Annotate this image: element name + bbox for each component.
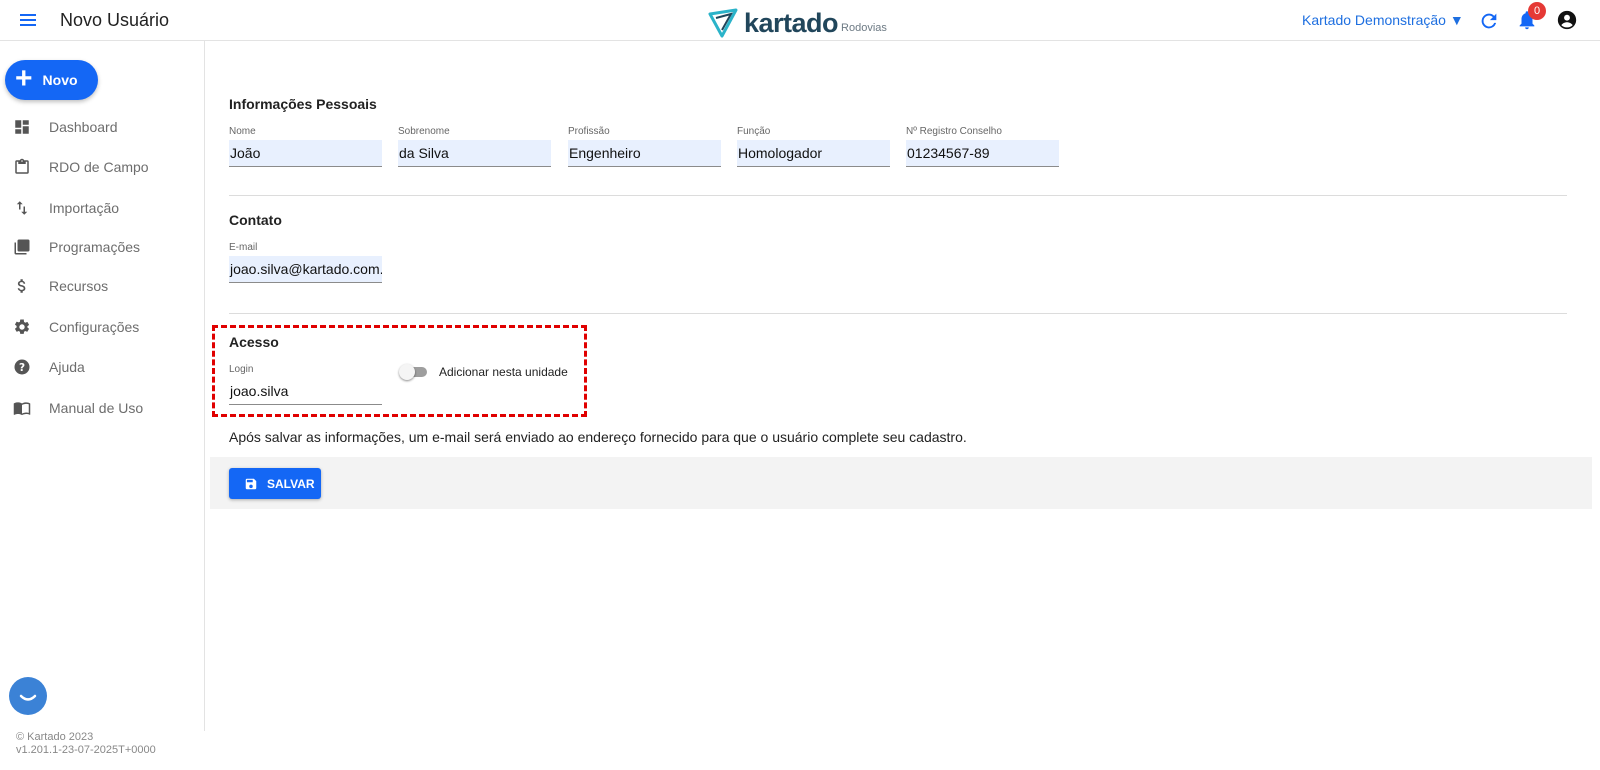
- sidebar-item-label: Configurações: [49, 319, 140, 335]
- sidebar-item-rdo-de-campo[interactable]: RDO de Campo: [0, 149, 204, 185]
- kartado-logo-mark-icon: [708, 8, 738, 38]
- funcao-label: Função: [737, 126, 771, 137]
- dashboard-icon: [12, 117, 32, 137]
- help-icon: ?: [12, 357, 32, 377]
- section-divider: [229, 195, 1567, 196]
- organization-selector[interactable]: Kartado Demonstração ▼: [1302, 12, 1464, 28]
- book-icon: [12, 398, 32, 418]
- sidebar-item-label: RDO de Campo: [49, 159, 149, 175]
- account-circle-icon[interactable]: [1556, 9, 1578, 31]
- sidebar-item-importacao[interactable]: Importação: [0, 190, 204, 226]
- plus-icon: +: [15, 61, 33, 95]
- registro-conselho-field[interactable]: 01234567-89: [906, 140, 1059, 167]
- sidebar-item-recursos[interactable]: Recursos: [0, 268, 204, 304]
- logo-wordmark: kartado: [744, 8, 839, 38]
- email-field[interactable]: joao.silva@kartado.com.b: [229, 256, 382, 283]
- add-to-unit-label: Adicionar nesta unidade: [439, 365, 568, 379]
- refresh-icon[interactable]: [1478, 10, 1500, 32]
- section-personal-info-title: Informações Pessoais: [229, 96, 377, 112]
- clipboard-icon: [12, 157, 32, 177]
- app-footer: © Kartado 2023 v1.201.1-23-07-2025T+0000: [16, 731, 156, 757]
- info-message: Após salvar as informações, um e-mail se…: [229, 429, 967, 445]
- copyright-text: © Kartado 2023: [16, 731, 94, 743]
- nome-field[interactable]: João: [229, 140, 382, 167]
- sidebar-item-dashboard[interactable]: Dashboard: [0, 109, 204, 145]
- sidebar-item-label: Dashboard: [49, 119, 118, 135]
- sidebar-item-ajuda[interactable]: ? Ajuda: [0, 349, 204, 385]
- sidebar-item-configuracoes[interactable]: Configurações: [0, 309, 204, 345]
- profissao-label: Profissão: [568, 126, 610, 137]
- new-button[interactable]: + Novo: [5, 60, 98, 100]
- email-label: E-mail: [229, 242, 258, 253]
- logo-subtitle: Rodovias: [841, 22, 887, 34]
- sidebar-item-programacoes[interactable]: Programações: [0, 229, 204, 265]
- section-access-title: Acesso: [229, 334, 279, 350]
- sidebar-item-label: Importação: [49, 200, 120, 216]
- section-divider: [229, 313, 1567, 314]
- chat-icon: [19, 694, 37, 701]
- svg-text:?: ?: [19, 362, 25, 374]
- menu-icon[interactable]: [17, 10, 41, 30]
- gear-icon: [12, 317, 32, 337]
- chat-bubble-button[interactable]: [9, 677, 47, 715]
- add-to-unit-toggle[interactable]: [399, 364, 429, 380]
- top-app-bar: Novo Usuário kartado Rodovias Kartado De…: [0, 0, 1600, 41]
- library-books-icon: [12, 237, 32, 257]
- main-content: Informações Pessoais Nome João Sobrenome…: [205, 41, 1600, 731]
- save-button-label: SALVAR: [267, 476, 315, 491]
- nome-label: Nome: [229, 126, 256, 137]
- sobrenome-field[interactable]: da Silva: [398, 140, 551, 167]
- new-button-label: Novo: [42, 72, 78, 88]
- sidebar-item-label: Programações: [49, 239, 141, 255]
- profissao-field[interactable]: Engenheiro: [568, 140, 721, 167]
- sidebar-item-label: Manual de Uso: [49, 400, 144, 416]
- version-text: v1.201.1-23-07-2025T+0000: [16, 744, 156, 756]
- funcao-field[interactable]: Homologador: [737, 140, 890, 167]
- notification-badge: 0: [1528, 2, 1546, 20]
- toggle-knob: [399, 364, 415, 380]
- sidebar-item-label: Recursos: [49, 278, 109, 294]
- section-contact-title: Contato: [229, 212, 282, 228]
- page-title: Novo Usuário: [60, 10, 170, 30]
- login-field[interactable]: joao.silva: [229, 378, 382, 405]
- sidebar-item-manual-de-uso[interactable]: Manual de Uso: [0, 390, 204, 426]
- login-label: Login: [229, 364, 254, 375]
- form-action-bar: SALVAR: [210, 457, 1592, 509]
- import-arrows-icon: [12, 198, 32, 218]
- sidebar: + Novo Dashboard RDO de Campo Importação…: [0, 41, 205, 756]
- sidebar-item-label: Ajuda: [49, 359, 85, 375]
- save-icon: [245, 478, 257, 489]
- registro-conselho-label: Nº Registro Conselho: [906, 126, 1002, 137]
- save-button[interactable]: SALVAR: [229, 468, 321, 499]
- kartado-logo: kartado Rodovias: [708, 4, 887, 38]
- sobrenome-label: Sobrenome: [398, 126, 450, 137]
- dollar-icon: [12, 276, 32, 296]
